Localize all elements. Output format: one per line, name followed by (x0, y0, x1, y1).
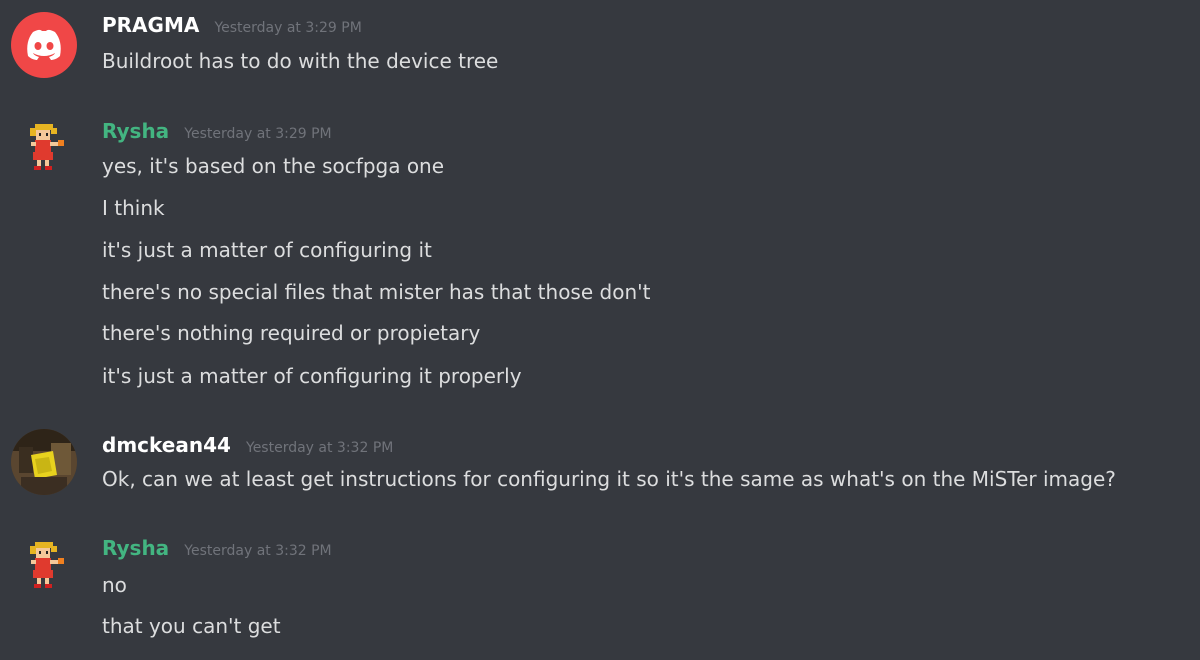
timestamp[interactable]: Yesterday at 3:29 PM (184, 126, 331, 142)
message-text: I think (102, 196, 165, 220)
avatar-rysha[interactable] (11, 116, 77, 182)
avatar-pragma[interactable] (11, 12, 77, 78)
username[interactable]: Rysha (102, 119, 169, 143)
photo-avatar (11, 429, 77, 495)
message-header: Rysha Yesterday at 3:32 PM (102, 536, 332, 560)
message-text: it's just a matter of configuring it (102, 238, 432, 262)
message-header: PRAGMA Yesterday at 3:29 PM (102, 13, 362, 37)
timestamp[interactable]: Yesterday at 3:32 PM (184, 543, 331, 559)
discord-logo-icon (27, 29, 61, 60)
message-text: it's just a matter of configuring it pro… (102, 364, 522, 388)
pixel-girl-avatar (30, 124, 64, 170)
message-text: yes, it's based on the socfpga one (102, 154, 445, 178)
message-text: Buildroot has to do with the device tree (102, 49, 499, 73)
message-header: Rysha Yesterday at 3:29 PM (102, 119, 332, 143)
username[interactable]: Rysha (102, 536, 169, 560)
timestamp[interactable]: Yesterday at 3:29 PM (214, 20, 361, 36)
message-text: that you can't get (102, 614, 281, 638)
chat-messages: PRAGMA Yesterday at 3:29 PM Buildroot ha… (0, 0, 1200, 660)
username[interactable]: PRAGMA (102, 13, 199, 37)
message-header: dmckean44 Yesterday at 3:32 PM (102, 433, 393, 457)
message-text: there's no special files that mister has… (102, 280, 651, 304)
message-text: no (102, 573, 127, 597)
message-text: there's nothing required or propietary (102, 321, 481, 345)
pixel-girl-avatar (30, 542, 64, 588)
message-text: Ok, can we at least get instructions for… (102, 467, 1116, 491)
username[interactable]: dmckean44 (102, 433, 231, 457)
timestamp[interactable]: Yesterday at 3:32 PM (246, 440, 393, 456)
avatar-rysha[interactable] (11, 534, 77, 600)
avatar-dmckean44[interactable] (11, 429, 77, 495)
